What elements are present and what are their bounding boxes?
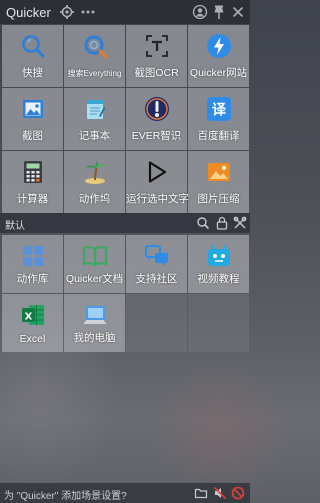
video-robot-icon — [206, 243, 232, 269]
action-ever-wisdom[interactable]: EVER智识 — [126, 88, 187, 150]
svg-text:X: X — [24, 312, 32, 323]
action-library-icon — [20, 243, 46, 269]
action-excel[interactable]: X Excel — [2, 294, 63, 352]
action-label: 图片压缩 — [197, 193, 240, 205]
folder-icon[interactable] — [194, 486, 208, 500]
action-dock[interactable]: 动作坞 — [64, 151, 125, 213]
action-grid: 快搜 搜索Everything 截图OCR Quicker网站 截图 记事本 E… — [2, 25, 249, 213]
palm-tree-icon — [82, 159, 108, 185]
action-library[interactable]: 动作库 — [2, 235, 63, 293]
action-label: Excel — [19, 333, 46, 345]
action-image-compress[interactable]: 图片压缩 — [188, 151, 249, 213]
action-baidu-translate[interactable]: 译 百度翻译 — [188, 88, 249, 150]
action-label: 截图 — [22, 130, 43, 142]
action-label: 百度翻译 — [197, 130, 240, 142]
action-calculator[interactable]: 计算器 — [2, 151, 63, 213]
ever-icon — [144, 96, 170, 122]
settings-tools-icon[interactable] — [233, 216, 247, 230]
search-icon[interactable] — [196, 216, 210, 230]
scene-settings-prompt[interactable]: 为 "Quicker" 添加场景设置? — [4, 487, 127, 502]
action-run-selected-text[interactable]: 运行选中文字 — [126, 151, 189, 213]
action-video-tutorial[interactable]: 视频教程 — [188, 235, 249, 293]
screenshot-icon — [20, 96, 46, 122]
action-label: 计算器 — [16, 193, 49, 205]
book-icon — [82, 243, 108, 269]
action-label: 动作库 — [16, 273, 49, 285]
search-icon — [20, 33, 46, 59]
action-quicker-website[interactable]: Quicker网站 — [188, 25, 249, 87]
calculator-icon — [20, 159, 46, 185]
action-label: EVER智识 — [131, 130, 182, 142]
action-label: 快搜 — [22, 67, 43, 79]
gear-icon[interactable] — [59, 4, 75, 20]
action-search-everything[interactable]: 搜索Everything — [64, 25, 125, 87]
ocr-icon — [144, 33, 170, 59]
no-entry-icon[interactable] — [231, 486, 245, 500]
action-notepad[interactable]: 记事本 — [64, 88, 125, 150]
svg-text:译: 译 — [212, 103, 227, 119]
mute-icon[interactable] — [213, 486, 227, 500]
action-label: 运行选中文字 — [126, 193, 189, 205]
pin-icon[interactable] — [211, 4, 227, 20]
image-compress-icon — [206, 159, 232, 185]
lock-icon[interactable] — [215, 216, 229, 230]
section-title: 默认 — [5, 221, 25, 232]
lightning-icon — [206, 33, 232, 59]
action-label: 搜索Everything — [67, 69, 122, 78]
action-quick-search[interactable]: 快搜 — [2, 25, 63, 87]
user-icon[interactable] — [192, 4, 208, 20]
excel-icon: X — [20, 302, 46, 328]
action-label: 截图OCR — [134, 67, 179, 79]
action-label: 我的电脑 — [73, 332, 116, 344]
action-my-computer[interactable]: 我的电脑 — [64, 294, 125, 352]
action-support-community[interactable]: 支持社区 — [126, 235, 187, 293]
notepad-icon — [82, 96, 108, 122]
action-screenshot-ocr[interactable]: 截图OCR — [126, 25, 187, 87]
action-label: 动作坞 — [78, 193, 111, 205]
chat-bubbles-icon — [144, 243, 170, 269]
close-icon[interactable] — [230, 4, 246, 20]
action-label: Quicker文档 — [65, 273, 124, 285]
empty-slot[interactable] — [188, 294, 249, 352]
action-label: 记事本 — [78, 130, 111, 142]
action-quicker-docs[interactable]: Quicker文档 — [64, 235, 125, 293]
action-screenshot[interactable]: 截图 — [2, 88, 63, 150]
computer-icon — [82, 302, 108, 328]
app-title: Quicker — [6, 5, 51, 20]
translate-icon: 译 — [206, 96, 232, 122]
statusbar: 为 "Quicker" 添加场景设置? — [0, 483, 250, 503]
action-label: Quicker网站 — [189, 67, 248, 79]
section-header: 默认 — [0, 213, 250, 233]
default-action-grid: 动作库 Quicker文档 支持社区 视频教程 X Excel 我的电脑 — [2, 235, 249, 352]
empty-slot[interactable] — [126, 294, 187, 352]
more-dots-icon[interactable] — [80, 4, 96, 20]
action-label: 视频教程 — [197, 273, 240, 285]
play-icon — [144, 159, 170, 185]
action-label: 支持社区 — [135, 273, 178, 285]
everything-search-icon — [82, 33, 108, 59]
titlebar: Quicker — [0, 0, 250, 24]
